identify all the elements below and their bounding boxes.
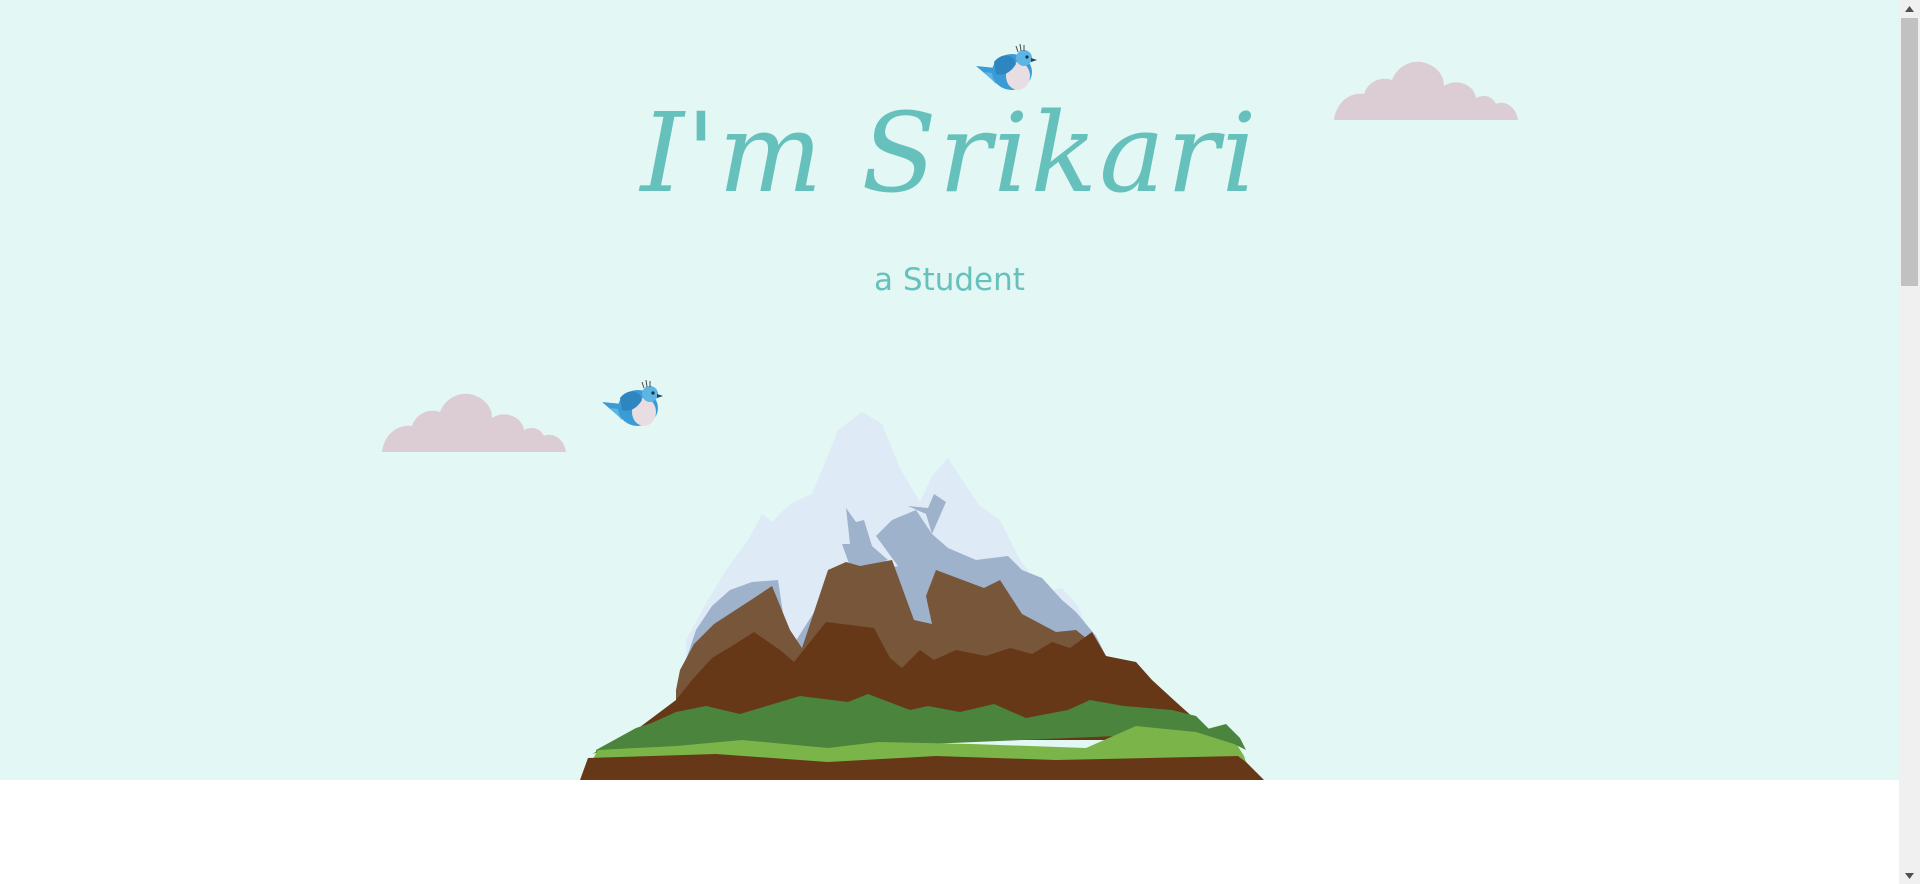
vertical-scrollbar[interactable]	[1899, 0, 1920, 884]
cloud-icon	[382, 393, 566, 452]
below-fold-section	[0, 780, 1899, 884]
hero-section: I'm Srikari a Student	[0, 0, 1899, 780]
mountain-illustration	[580, 412, 1264, 780]
scrollbar-thumb[interactable]	[1901, 18, 1918, 286]
chevron-down-icon[interactable]	[1899, 867, 1920, 884]
page-title: I'm Srikari	[640, 89, 1259, 217]
chevron-up-icon[interactable]	[1899, 0, 1920, 17]
page-subtitle: a Student	[874, 262, 1025, 298]
